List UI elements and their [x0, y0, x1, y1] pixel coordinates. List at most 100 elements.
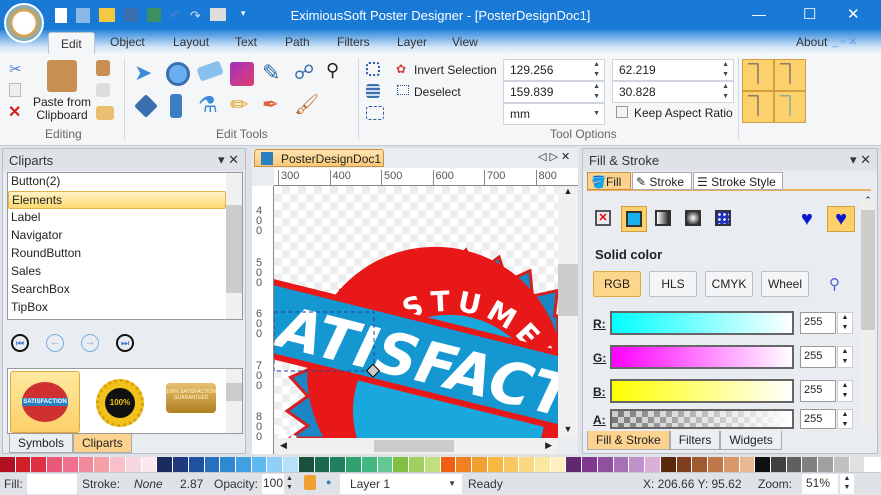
horizontal-scrollbar[interactable]: ◀ ▶: [274, 438, 558, 454]
tab-stroke[interactable]: ✎ Stroke: [632, 172, 692, 190]
next-page-icon[interactable]: →: [81, 334, 99, 352]
palette-swatch[interactable]: [125, 457, 142, 472]
palette-swatch[interactable]: [550, 457, 567, 472]
palette-swatch[interactable]: [78, 457, 95, 472]
pen-tool-icon[interactable]: ✒: [262, 92, 286, 116]
cut-icon[interactable]: ✂: [9, 60, 22, 78]
palette-swatch[interactable]: [708, 457, 724, 472]
linear-gradient-button[interactable]: [655, 210, 671, 226]
palette-swatch[interactable]: [220, 457, 237, 472]
palette-swatch[interactable]: [865, 457, 881, 472]
palette-swatch[interactable]: [267, 457, 284, 472]
x-position-input[interactable]: 129.256 ▲ ▼: [503, 59, 605, 81]
layer-visibility-icon[interactable]: ●: [326, 477, 331, 487]
corner-style-4-button[interactable]: ⏋: [774, 91, 806, 123]
palette-swatch[interactable]: [251, 457, 268, 472]
spray-tool-icon[interactable]: [170, 94, 182, 118]
panel-menu-close[interactable]: ▾ ✕: [850, 152, 871, 168]
zoom-tool-icon[interactable]: ⚲: [326, 60, 350, 84]
paste-icon[interactable]: [47, 60, 77, 92]
palette-swatch[interactable]: [314, 457, 331, 472]
palette-swatch[interactable]: [613, 457, 630, 472]
tab-symbols[interactable]: Symbols: [9, 434, 74, 453]
wheel-button[interactable]: Wheel: [761, 271, 809, 297]
clipart-thumb-satisfaction[interactable]: SATISFACTION: [10, 371, 80, 433]
paste-special-icon[interactable]: [96, 60, 110, 76]
palette-swatch[interactable]: [47, 457, 63, 472]
alpha-spin[interactable]: ▲ ▼: [837, 409, 853, 429]
tab-fill[interactable]: 🪣Fill: [587, 172, 631, 190]
thumb-scrollbar[interactable]: [226, 369, 242, 433]
clipart-category-item[interactable]: SearchBox: [8, 281, 226, 299]
invert-selection-button[interactable]: Invert Selection: [414, 63, 497, 77]
tab-stroke-style[interactable]: ☰ Stroke Style: [693, 172, 783, 190]
no-fill-button[interactable]: ✕: [595, 210, 611, 226]
tab-text[interactable]: Text: [235, 35, 257, 49]
unit-select[interactable]: mm ▼: [503, 103, 605, 125]
hls-button[interactable]: HLS: [649, 271, 697, 297]
tab-filters[interactable]: Filters: [669, 431, 721, 450]
fill-rule-evenodd-icon[interactable]: ♥: [801, 208, 813, 230]
palette-swatch[interactable]: [204, 457, 221, 472]
select-all-icon[interactable]: [366, 62, 380, 76]
corner-style-1-button[interactable]: ⏋: [742, 59, 774, 91]
panel-scrollbar[interactable]: ⌃: [861, 195, 875, 431]
paint-bucket-icon[interactable]: [134, 94, 158, 118]
palette-swatch[interactable]: [472, 457, 488, 472]
spin-arrows[interactable]: ▲ ▼: [722, 60, 729, 80]
tab-fill-stroke[interactable]: Fill & Stroke: [587, 431, 670, 450]
palette-swatch[interactable]: [786, 457, 803, 472]
tab-nav-close[interactable]: ◁ ▷ ✕: [538, 150, 570, 163]
palette-swatch[interactable]: [629, 457, 646, 472]
blue-spin[interactable]: ▲ ▼: [837, 380, 853, 402]
delete-icon[interactable]: ✕: [8, 102, 21, 122]
palette-swatch[interactable]: [361, 457, 378, 472]
alpha-slider[interactable]: [610, 409, 794, 429]
palette-swatch[interactable]: [31, 457, 48, 472]
color-picker-icon[interactable]: ⚲: [829, 275, 840, 293]
copy-icon[interactable]: [9, 83, 21, 97]
tab-layer[interactable]: Layer: [397, 35, 427, 49]
palette-swatch[interactable]: [377, 457, 394, 472]
palette-swatch[interactable]: [157, 457, 174, 472]
palette-swatch[interactable]: [534, 457, 551, 472]
pattern-button[interactable]: [715, 210, 731, 226]
tab-cliparts[interactable]: Cliparts: [73, 434, 132, 453]
canvas[interactable]: COSTUMER ATISFACTIO GU: [274, 186, 558, 438]
green-slider[interactable]: [610, 345, 794, 369]
deselect-button[interactable]: Deselect: [414, 85, 461, 99]
palette-swatch[interactable]: [503, 457, 520, 472]
palette-swatch[interactable]: [645, 457, 661, 472]
palette-swatch[interactable]: [393, 457, 410, 472]
close-button[interactable]: ✕: [847, 5, 860, 23]
palette-swatch[interactable]: [739, 457, 756, 472]
dropper-icon[interactable]: ⚗: [198, 92, 222, 117]
opacity-input[interactable]: 100: [262, 474, 284, 494]
minimize-button[interactable]: —: [752, 6, 766, 22]
palette-swatch[interactable]: [346, 457, 362, 472]
palette-swatch[interactable]: [692, 457, 709, 472]
shape-tool-icon[interactable]: [166, 62, 190, 86]
artwork[interactable]: COSTUMER ATISFACTIO GU: [274, 186, 558, 438]
last-page-icon[interactable]: ⏭: [116, 334, 134, 352]
clipart-category-item[interactable]: RoundButton: [8, 245, 226, 263]
green-value[interactable]: 255: [800, 346, 836, 368]
clipart-thumb-guarantee[interactable]: 100% SATISFACTION GUARANTEED: [166, 383, 216, 413]
y-position-input[interactable]: 159.839 ▲ ▼: [503, 81, 605, 103]
palette-swatch[interactable]: [440, 457, 457, 472]
palette-swatch[interactable]: [566, 457, 583, 472]
fill-swatch[interactable]: [27, 474, 77, 494]
palette-swatch[interactable]: [330, 457, 347, 472]
palette-swatch[interactable]: [110, 457, 126, 472]
palette-swatch[interactable]: [802, 457, 819, 472]
blue-slider[interactable]: [610, 379, 794, 403]
clipart-category-item[interactable]: Navigator: [8, 227, 226, 245]
keep-aspect-checkbox[interactable]: [616, 106, 628, 118]
rgb-button[interactable]: RGB: [593, 271, 641, 297]
document-tab[interactable]: PosterDesignDoc1: [254, 149, 384, 167]
select-tool-icon[interactable]: ➤: [134, 62, 158, 86]
pencil-icon[interactable]: ✏: [230, 92, 254, 117]
clipart-thumb-100[interactable]: 100%: [96, 379, 144, 427]
fill-rule-nonzero-button[interactable]: ♥: [827, 206, 855, 232]
bezier-tool-icon[interactable]: ☍: [294, 60, 318, 84]
